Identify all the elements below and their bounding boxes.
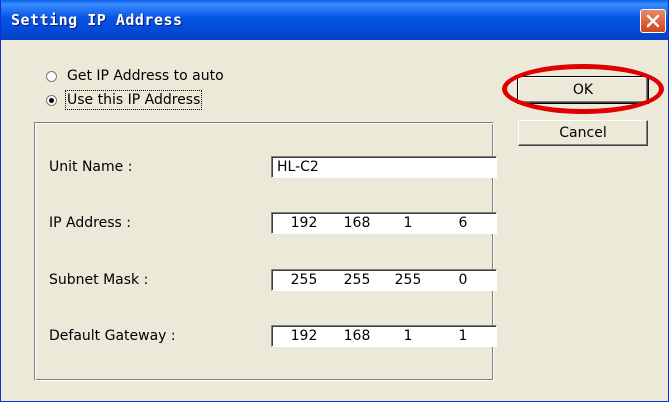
unit-name-input[interactable]: HL-C2 [271, 156, 497, 178]
default-gateway-input[interactable]: 192 168 1 1 [271, 325, 497, 347]
subnet-mask-octet-2: 255 [343, 272, 371, 288]
unit-name-label: Unit Name : [49, 159, 133, 175]
close-icon [646, 14, 660, 28]
subnet-mask-octet-4: 0 [458, 272, 468, 288]
cancel-button[interactable]: Cancel [518, 120, 648, 146]
close-button[interactable] [640, 9, 666, 33]
subnet-mask-octet-1: 255 [290, 272, 318, 288]
default-gateway-octet-4: 1 [458, 328, 468, 344]
ip-address-octet-1: 192 [290, 215, 318, 231]
subnet-mask-label: Subnet Mask : [49, 272, 149, 288]
default-gateway-label: Default Gateway : [49, 328, 176, 344]
radio-manual-ip-label: Use this IP Address [64, 90, 203, 110]
unit-name-value: HL-C2 [277, 159, 319, 175]
default-gateway-octet-2: 168 [343, 328, 371, 344]
default-gateway-octet-1: 192 [290, 328, 318, 344]
subnet-mask-octet-3: 255 [394, 272, 422, 288]
ip-address-octet-2: 168 [343, 215, 371, 231]
window-title: Setting IP Address [11, 11, 183, 29]
radio-auto-ip-label: Get IP Address to auto [67, 68, 224, 84]
ip-address-octet-3: 1 [403, 215, 413, 231]
radio-auto-ip[interactable]: Get IP Address to auto [46, 66, 224, 86]
ok-button[interactable]: OK [517, 76, 649, 104]
dialog-window: Setting IP Address Get IP Address to aut… [0, 0, 669, 402]
ip-address-input[interactable]: 192 168 1 6 [271, 212, 497, 234]
subnet-mask-input[interactable]: 255 255 255 0 [271, 269, 497, 291]
title-bar[interactable]: Setting IP Address [1, 0, 668, 40]
default-gateway-octet-3: 1 [403, 328, 413, 344]
ip-address-octet-4: 6 [458, 215, 468, 231]
radio-manual-ip-indicator[interactable] [46, 94, 57, 106]
radio-auto-ip-indicator[interactable] [46, 70, 57, 82]
radio-manual-ip[interactable]: Use this IP Address [46, 90, 203, 110]
ip-address-label: IP Address : [49, 215, 131, 231]
